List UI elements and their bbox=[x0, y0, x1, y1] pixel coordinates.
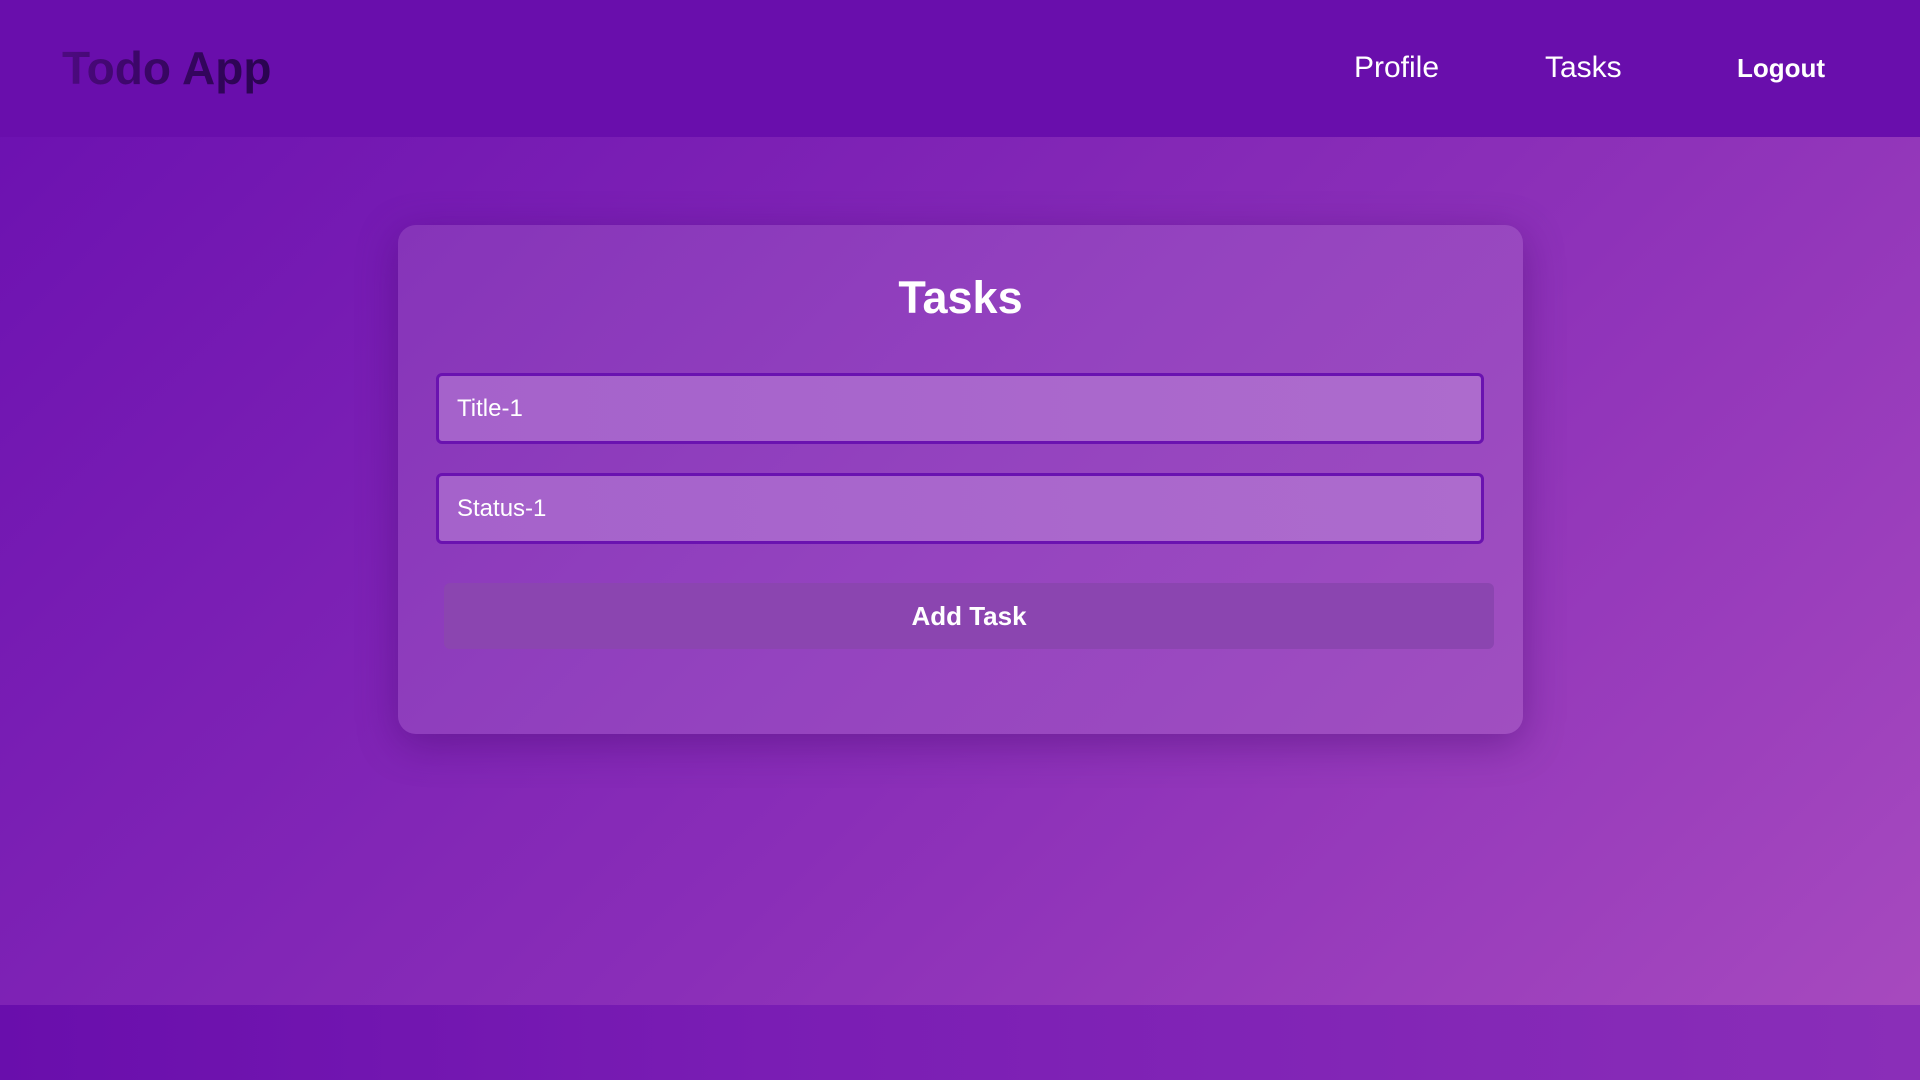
task-title-input[interactable] bbox=[436, 373, 1484, 444]
task-form-card: Tasks Add Task bbox=[398, 225, 1523, 734]
nav-link-tasks[interactable]: Tasks bbox=[1545, 48, 1622, 88]
brand-logo[interactable]: Todo App bbox=[62, 42, 271, 94]
logout-button[interactable]: Logout bbox=[1737, 50, 1825, 86]
task-status-input[interactable] bbox=[436, 473, 1484, 544]
page-title: Tasks bbox=[898, 272, 1023, 323]
navbar: Todo App Profile Tasks Logout bbox=[0, 0, 1920, 137]
footer bbox=[0, 1005, 1920, 1080]
nav-link-profile[interactable]: Profile bbox=[1354, 48, 1439, 88]
add-task-button[interactable]: Add Task bbox=[444, 583, 1494, 649]
